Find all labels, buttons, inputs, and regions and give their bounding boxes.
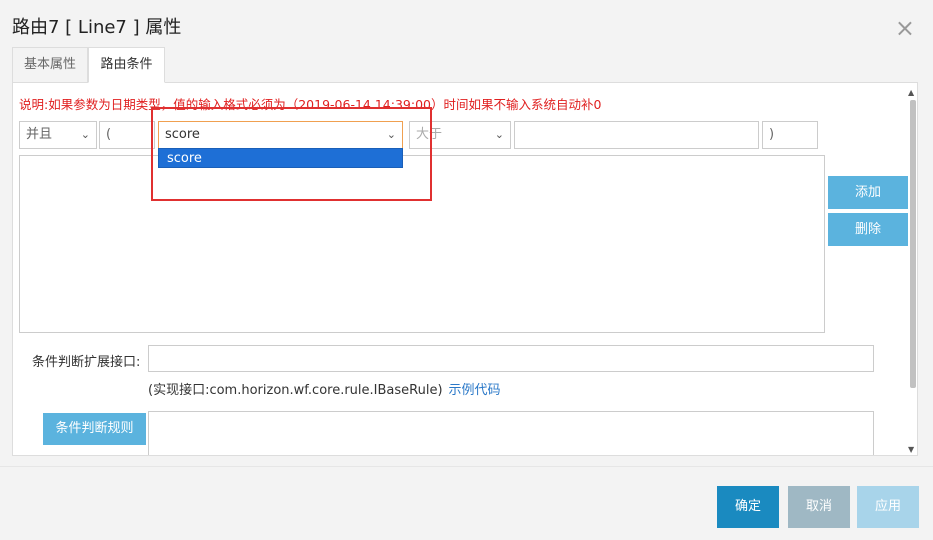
value-input[interactable] [514, 121, 759, 149]
logic-select-value: 并且 [26, 127, 53, 142]
chevron-down-icon: ⌄ [494, 128, 504, 141]
conditions-panel: 说明:如果参数为日期类型，值的输入格式必须为（2019-06-14 14:39:… [12, 82, 918, 456]
implementation-hint: (实现接口:com.horizon.wf.core.rule.IBaseRule… [148, 379, 501, 398]
highlight-box [151, 107, 432, 201]
add-button[interactable]: 添加 [828, 176, 908, 209]
condition-rule-button[interactable]: 条件判断规则 [43, 413, 146, 445]
right-paren-select[interactable]: ) [762, 121, 818, 149]
scroll-thumb[interactable] [910, 100, 916, 388]
scroll-up-icon[interactable]: ▲ [908, 88, 914, 97]
ok-button[interactable]: 确定 [717, 486, 779, 528]
chevron-down-icon: ⌄ [80, 128, 90, 141]
left-paren-value: ( [106, 127, 112, 142]
tab-basic-properties[interactable]: 基本属性 [12, 47, 88, 83]
close-icon[interactable]: × [895, 16, 915, 40]
left-paren-select[interactable]: ( [99, 121, 155, 149]
cancel-button[interactable]: 取消 [788, 486, 850, 528]
right-paren-value: ) [769, 127, 775, 142]
route-properties-dialog: 路由7 [ Line7 ] 属性 × 基本属性 路由条件 说明:如果参数为日期类… [0, 0, 933, 540]
implementation-text: (实现接口:com.horizon.wf.core.rule.IBaseRule… [148, 383, 443, 398]
dialog-title: 路由7 [ Line7 ] 属性 [12, 17, 182, 38]
extension-input[interactable] [148, 345, 874, 372]
condition-rule-textarea[interactable] [148, 411, 874, 455]
delete-button[interactable]: 删除 [828, 213, 908, 246]
example-code-link[interactable]: 示例代码 [449, 383, 501, 398]
scroll-down-icon[interactable]: ▼ [908, 445, 914, 454]
tab-route-conditions[interactable]: 路由条件 [88, 47, 165, 83]
vertical-scrollbar[interactable]: ▲ ▼ [908, 88, 918, 454]
extension-label: 条件判断扩展接口: [32, 355, 141, 370]
logic-select[interactable]: 并且 ⌄ [19, 121, 97, 149]
apply-button[interactable]: 应用 [857, 486, 919, 528]
footer-divider [0, 466, 933, 467]
